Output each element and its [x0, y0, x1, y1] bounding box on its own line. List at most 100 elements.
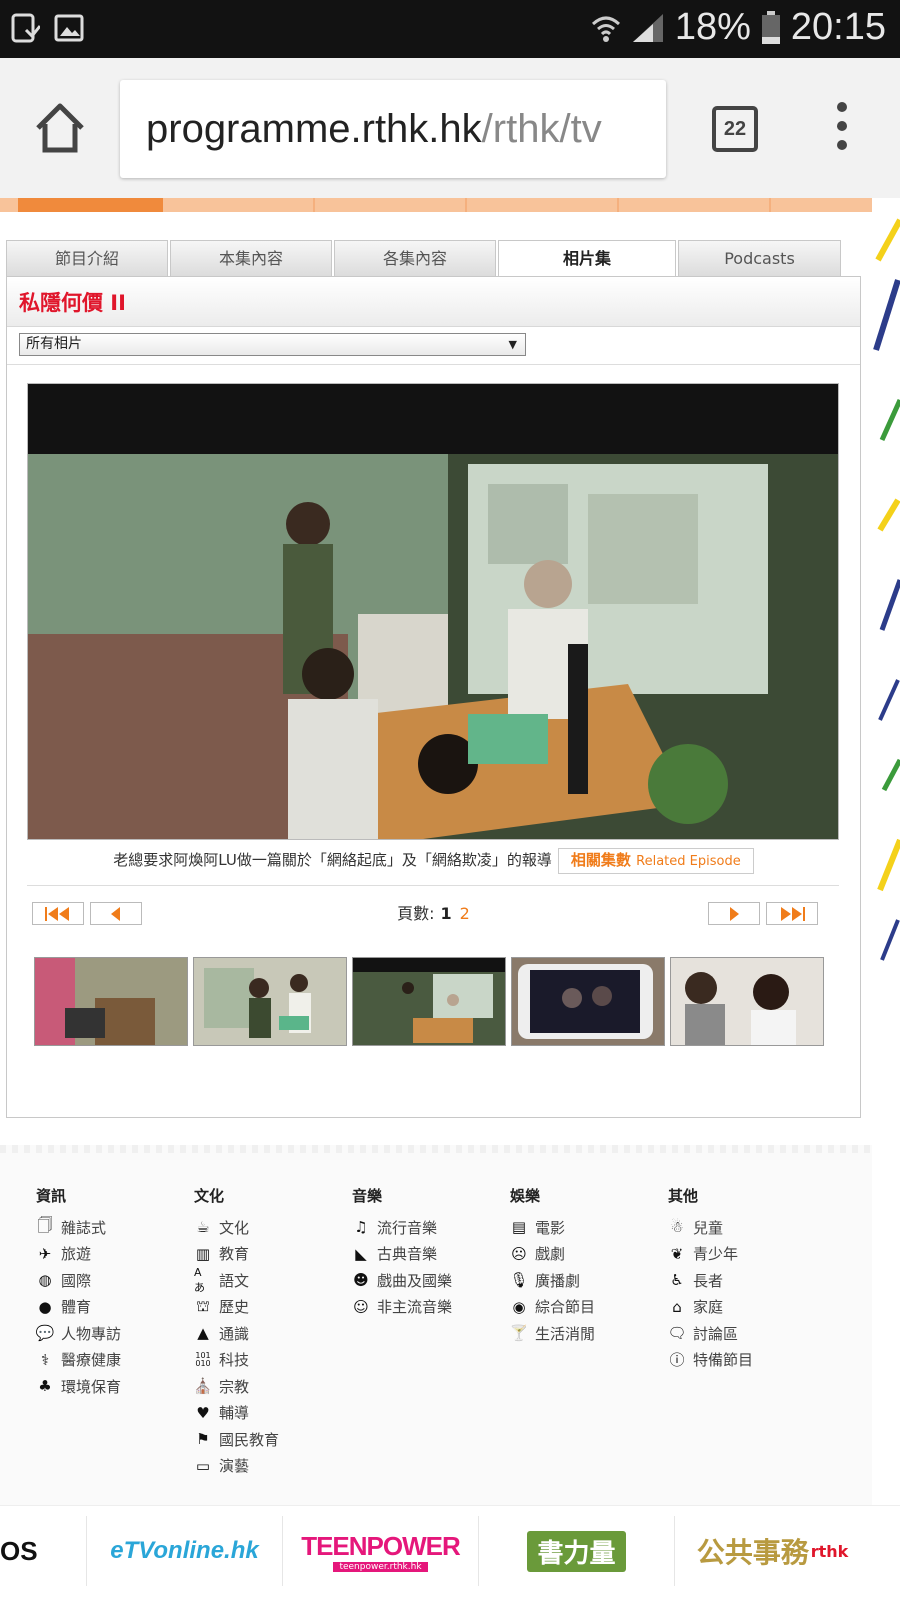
- footer-link-label: 戲劇: [535, 1245, 566, 1264]
- home-icon[interactable]: [30, 98, 90, 158]
- music-note-icon: ♫: [354, 1218, 368, 1237]
- footer-link-label: 討論區: [693, 1324, 739, 1343]
- footer-link-label: 輔導: [219, 1404, 250, 1423]
- footer-link-counselling[interactable]: ♥ 輔導: [194, 1400, 344, 1427]
- footer-link-technology[interactable]: 101 010 科技: [194, 1347, 344, 1374]
- thumbnail-2[interactable]: [193, 957, 347, 1046]
- divider: [27, 885, 839, 886]
- footer-link-label: 青少年: [693, 1245, 739, 1264]
- footer-col-others: 其他 ☃ 兒童 ❦ 青少年 ♿ 長者 ⌂ 家庭 🗨 討論區 ⓘ 特備節目: [667, 1185, 818, 1374]
- house-icon: ⌂: [672, 1297, 682, 1316]
- footer-link-magazine[interactable]: 🗍 雜誌式: [36, 1214, 186, 1241]
- footer-link-children[interactable]: ☃ 兒童: [668, 1214, 818, 1241]
- public-affairs-logo[interactable]: 公共事務 rthk: [674, 1516, 870, 1586]
- footer-link-label: 家庭: [693, 1298, 724, 1317]
- footer-heading-others: 其他: [668, 1187, 699, 1205]
- stethoscope-icon: ⚕: [40, 1350, 50, 1369]
- footer-link-pop-music[interactable]: ♫ 流行音樂: [352, 1214, 502, 1241]
- footer-link-label: 演藝: [219, 1457, 250, 1476]
- footer-link-performing-arts[interactable]: ▭ 演藝: [194, 1453, 344, 1480]
- pager: 頁數: 1 2: [7, 902, 860, 926]
- footer-link-label: 國民教育: [219, 1430, 280, 1449]
- url-bar[interactable]: programme.rthk.hk/rthk/tv: [120, 80, 666, 178]
- footer-link-label: 環境保育: [61, 1377, 122, 1396]
- dropdown-arrow-icon: ▼: [508, 338, 517, 351]
- page-2-link[interactable]: 2: [460, 904, 470, 923]
- tab-this-episode[interactable]: 本集內容: [170, 240, 332, 277]
- footer-link-history[interactable]: ⛫ 歷史: [194, 1294, 344, 1321]
- related-label-en: Related Episode: [636, 854, 741, 869]
- photo-filter-select[interactable]: 所有相片 ▼: [19, 333, 526, 356]
- tab-podcasts[interactable]: Podcasts: [678, 240, 841, 277]
- next-page-button[interactable]: [708, 902, 760, 925]
- battery-percent: 18%: [674, 6, 751, 48]
- footer-link-chinese-opera[interactable]: ☻ 戲曲及國樂: [352, 1267, 502, 1294]
- related-label: 相關集數: [570, 851, 631, 869]
- wifi-icon: [591, 16, 620, 42]
- footer-link-leisure[interactable]: 🍸 生活消閒: [510, 1320, 660, 1347]
- tab-episodes[interactable]: 各集內容: [334, 240, 496, 277]
- drama-mask-icon: ☹: [511, 1244, 527, 1263]
- teenpower-logo[interactable]: TEENPOWER teenpower.rthk.hk: [282, 1516, 478, 1586]
- footer-col-music: 音樂 ♫ 流行音樂 ◣ 古典音樂 ☻ 戲曲及國樂 ☺ 非主流音樂: [352, 1185, 502, 1320]
- footer-link-classical-music[interactable]: ◣ 古典音樂: [352, 1241, 502, 1268]
- footer-link-family[interactable]: ⌂ 家庭: [668, 1294, 818, 1321]
- footer-link-label: 宗教: [219, 1377, 250, 1396]
- footer-link-international[interactable]: ◍ 國際: [36, 1267, 186, 1294]
- partial-logo[interactable]: OS: [0, 1516, 86, 1586]
- photo-filter-value: 所有相片: [26, 336, 82, 352]
- binary-icon: 101 010: [195, 1350, 211, 1368]
- etv-logo[interactable]: eTVonline.hk: [86, 1516, 282, 1586]
- teenpower-url: teenpower.rthk.hk: [333, 1561, 428, 1572]
- overflow-menu-icon[interactable]: [830, 102, 854, 158]
- last-page-icon: [781, 907, 805, 921]
- last-page-button[interactable]: [766, 902, 818, 925]
- books-icon: ▥: [195, 1244, 211, 1263]
- related-episode-button[interactable]: 相關集數 Related Episode: [557, 848, 754, 874]
- footer-link-alternative-music[interactable]: ☺ 非主流音樂: [352, 1294, 502, 1321]
- museum-icon: ⛫: [196, 1296, 210, 1315]
- flag-icon: ⚑: [196, 1430, 210, 1449]
- footer-heading-culture: 文化: [194, 1187, 225, 1205]
- footer-link-label: 流行音樂: [377, 1218, 438, 1237]
- footer-link-general-studies[interactable]: ▲ 通識: [194, 1320, 344, 1347]
- tab-photo-gallery[interactable]: 相片集: [498, 240, 676, 278]
- photo-caption: 老總要求阿煥阿LU做一篇關於「網絡起底」及「網絡欺凌」的報導 相關集數 Relat…: [7, 848, 860, 874]
- footer-link-religion[interactable]: ⛪ 宗教: [194, 1373, 344, 1400]
- filter-row: 所有相片 ▼: [7, 327, 860, 365]
- teapot-icon: ☕: [196, 1218, 210, 1237]
- footer-link-sports[interactable]: ● 體育: [36, 1294, 186, 1321]
- tab-switcher-button[interactable]: 22: [712, 106, 758, 152]
- footer-link-health[interactable]: ⚕ 醫療健康: [36, 1347, 186, 1374]
- footer-link-radio-drama[interactable]: 🎙 廣播劇: [509, 1267, 660, 1294]
- footer-link-national-education[interactable]: ⚑ 國民教育: [194, 1426, 344, 1453]
- footer-link-interviews[interactable]: 💬 人物專訪: [36, 1320, 186, 1347]
- book-power-logo[interactable]: 書力量: [478, 1516, 674, 1586]
- footer-link-youth[interactable]: ❦ 青少年: [668, 1241, 818, 1268]
- airplane-icon: ✈: [38, 1244, 52, 1263]
- opera-mask-icon: ☻: [353, 1271, 369, 1290]
- thumbnail-1[interactable]: [34, 957, 188, 1046]
- footer-link-culture[interactable]: ☕ 文化: [194, 1214, 344, 1241]
- footer-col-info: 資訊 🗍 雜誌式 ✈ 旅遊 ◍ 國際 ● 體育 💬 人物專訪 ⚕ 醫療健康 ♣ 環境保育: [36, 1185, 186, 1400]
- footer-link-variety[interactable]: ◉ 綜合節目: [510, 1294, 660, 1321]
- footer-link-special[interactable]: ⓘ 特備節目: [668, 1347, 818, 1374]
- programme-tabs: 節目介紹 本集內容 各集內容 相片集 Podcasts: [6, 240, 861, 278]
- thumbnail-5[interactable]: [670, 957, 824, 1046]
- main-photo[interactable]: [27, 383, 839, 840]
- footer-link-travel[interactable]: ✈ 旅遊: [36, 1241, 186, 1268]
- thumbnail-3[interactable]: [352, 957, 506, 1046]
- tab-programme-intro[interactable]: 節目介紹: [6, 240, 168, 277]
- footer-link-elderly[interactable]: ♿ 長者: [668, 1267, 818, 1294]
- image-notification-icon: [54, 14, 84, 42]
- footer-link-language[interactable]: Aあ 語文: [194, 1266, 344, 1294]
- footer-link-movies[interactable]: ▤ 電影: [510, 1214, 660, 1241]
- footer-link-forum[interactable]: 🗨 討論區: [667, 1320, 818, 1347]
- footer-link-environment[interactable]: ♣ 環境保育: [36, 1373, 186, 1400]
- footer-link-education[interactable]: ▥ 教育: [194, 1241, 344, 1268]
- exclamation-icon: ⓘ: [669, 1351, 685, 1370]
- footer-link-label: 非主流音樂: [377, 1298, 453, 1317]
- url-host: programme.rthk.hk: [146, 107, 482, 151]
- footer-link-drama[interactable]: ☹ 戲劇: [510, 1241, 660, 1268]
- thumbnail-4[interactable]: [511, 957, 665, 1046]
